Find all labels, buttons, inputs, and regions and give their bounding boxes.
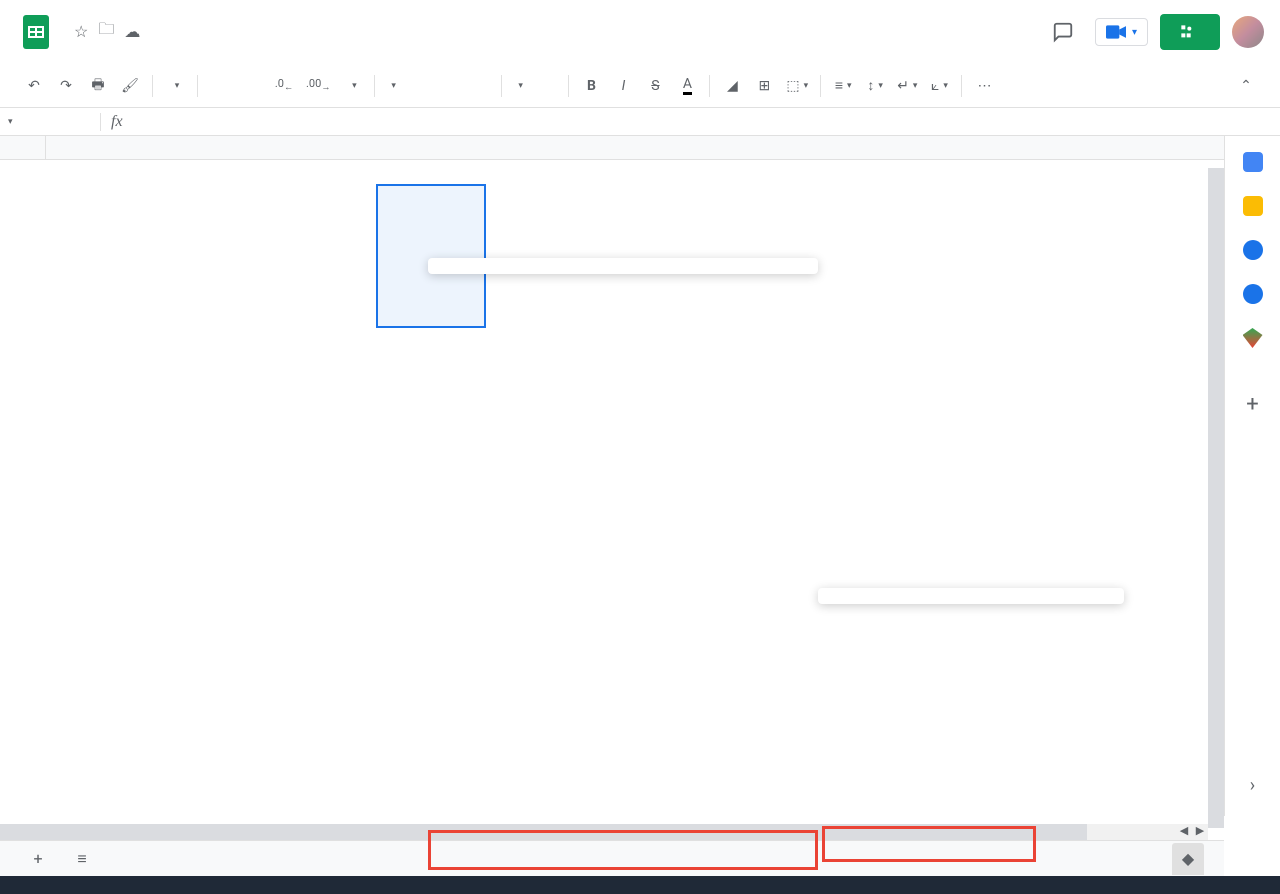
undo-button[interactable]: ↶ (20, 72, 48, 100)
select-all-corner[interactable] (0, 136, 46, 159)
maps-icon[interactable] (1243, 328, 1263, 348)
explore-button[interactable]: ◆ (1172, 843, 1204, 875)
print-button[interactable]: 🖶 (84, 72, 112, 100)
strikethrough-button[interactable]: S (641, 72, 669, 100)
side-panel-collapse[interactable]: › (1250, 775, 1255, 796)
move-icon[interactable]: 🗀 (98, 18, 114, 45)
italic-button[interactable]: I (609, 72, 637, 100)
formula-bar: fx (0, 108, 1280, 136)
calendar-icon[interactable] (1243, 152, 1263, 172)
selection-box (376, 184, 486, 328)
bold-button[interactable]: B (577, 72, 605, 100)
keep-icon[interactable] (1243, 196, 1263, 216)
paint-format-button[interactable]: 🖌 (116, 72, 144, 100)
sheets-logo[interactable] (16, 12, 56, 52)
borders-button[interactable]: ⊞ (750, 72, 778, 100)
header: ☆ 🗀 ☁ ▾ (0, 0, 1280, 64)
percent-button[interactable] (238, 72, 266, 100)
all-sheets-button[interactable]: ≡ (64, 841, 100, 877)
star-icon[interactable]: ☆ (74, 22, 88, 41)
addons-plus-icon[interactable]: + (1246, 392, 1258, 417)
currency-button[interactable] (206, 72, 234, 100)
wrap-button[interactable]: ↵ (893, 72, 921, 100)
name-box[interactable] (0, 117, 100, 127)
context-submenu (818, 588, 1124, 604)
toolbar: ↶ ↷ 🖶 🖌 .0← .00→ B I S A ◢ ⊞ ⬚ ≡ ↕ ↵ ⟀ ⋯… (0, 64, 1280, 108)
valign-button[interactable]: ↕ (861, 72, 889, 100)
fx-icon: fx (100, 113, 133, 131)
cloud-icon[interactable]: ☁ (124, 22, 140, 41)
collapse-toolbar-button[interactable]: ⌃ (1232, 72, 1260, 100)
tasks-icon[interactable] (1243, 240, 1263, 260)
number-format-dropdown[interactable] (338, 72, 366, 100)
fill-color-button[interactable]: ◢ (718, 72, 746, 100)
vertical-scrollbar[interactable] (1208, 168, 1224, 828)
horizontal-scrollbar[interactable]: ◀▶ (0, 824, 1208, 840)
side-panel: + › (1224, 136, 1280, 816)
font-size-dropdown[interactable] (510, 72, 560, 100)
increase-decimal-button[interactable]: .00→ (302, 72, 334, 100)
decrease-decimal-button[interactable]: .0← (270, 72, 298, 100)
text-color-button[interactable]: A (673, 72, 701, 100)
halign-button[interactable]: ≡ (829, 72, 857, 100)
share-button[interactable] (1160, 14, 1220, 50)
font-dropdown[interactable] (383, 72, 493, 100)
redo-button[interactable]: ↷ (52, 72, 80, 100)
account-avatar[interactable] (1232, 16, 1264, 48)
context-menu (428, 258, 818, 274)
more-button[interactable]: ⋯ (970, 72, 998, 100)
merge-button[interactable]: ⬚ (782, 72, 812, 100)
contacts-icon[interactable] (1243, 284, 1263, 304)
meet-button[interactable]: ▾ (1095, 18, 1148, 46)
taskbar (0, 876, 1280, 894)
zoom-dropdown[interactable] (161, 72, 189, 100)
rotate-button[interactable]: ⟀ (925, 72, 953, 100)
sheet-tabs: + ≡ ◆ (0, 840, 1224, 876)
add-sheet-button[interactable]: + (20, 841, 56, 877)
comments-icon[interactable] (1043, 12, 1083, 52)
column-headers (0, 136, 1224, 160)
